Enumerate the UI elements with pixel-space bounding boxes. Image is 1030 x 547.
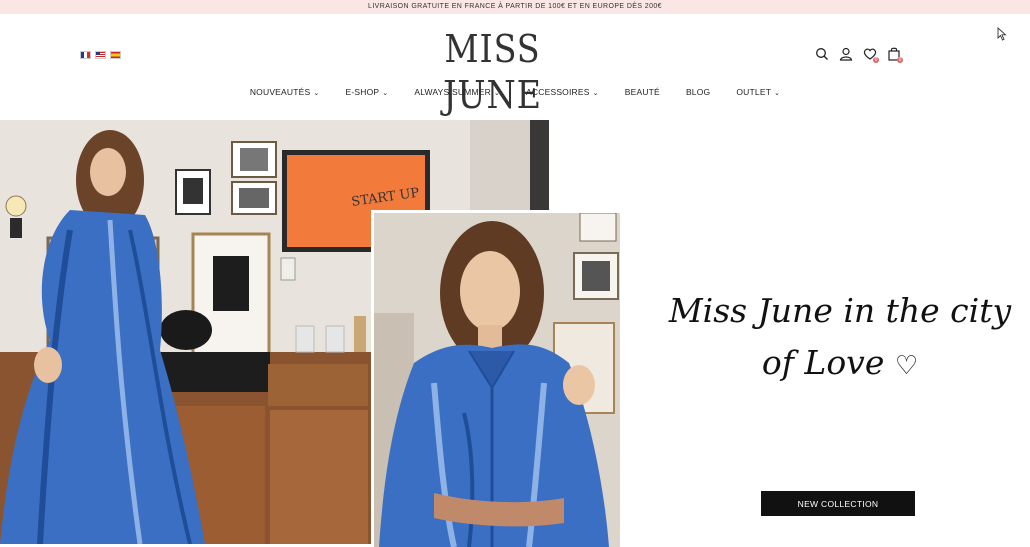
nav-item-nouveautes[interactable]: NOUVEAUTÉS ⌄ [237,87,333,97]
site-header: MISS JUNE 0 0 NOUVEAUTÉS ⌄ E-SHOP ⌄ ALWAYS… [0,14,1030,120]
french-flag-icon[interactable] [80,51,91,59]
user-icon[interactable] [839,46,853,62]
heart-icon[interactable]: 0 [863,46,879,63]
nav-item-e-shop[interactable]: E-SHOP ⌄ [332,87,401,97]
heart-outline-icon: ♡ [894,351,919,381]
chevron-down-icon: ⌄ [592,90,599,97]
mouse-cursor-icon [997,27,1007,41]
nav-item-blog[interactable]: BLOG [673,87,723,97]
chevron-down-icon: ⌄ [313,90,320,97]
spanish-flag-icon[interactable] [110,51,121,59]
language-switcher [80,51,121,59]
chevron-down-icon: ⌄ [774,90,781,97]
hero-tagline: Miss June in the city of Love ♡ [660,285,1020,392]
promo-text: LIVRAISON GRATUITE EN FRANCE À PARTIR DE… [368,3,662,10]
tagline-line-2: of Love ♡ [761,343,919,382]
cart-count-badge: 0 [897,57,903,63]
nav-item-accessoires[interactable]: ACCESSOIRES ⌄ [513,87,612,97]
nav-item-outlet[interactable]: OUTLET ⌄ [723,87,793,97]
header-actions: 0 0 [815,46,903,63]
shopping-bag-icon[interactable]: 0 [887,46,903,63]
chevron-down-icon: ⌄ [382,90,389,97]
promo-banner: LIVRAISON GRATUITE EN FRANCE À PARTIR DE… [0,0,1030,14]
new-collection-button[interactable]: NEW COLLECTION [761,491,915,516]
tagline-line-1: Miss June in the city [668,291,1012,330]
nav-item-always-summer[interactable]: ALWAYS SUMMER ⌄ [401,87,513,97]
site-logo[interactable]: MISS JUNE [424,26,560,117]
main-navigation: NOUVEAUTÉS ⌄ E-SHOP ⌄ ALWAYS SUMMER ⌄ ACCES… [0,87,1030,97]
us-flag-icon[interactable] [95,51,106,59]
nav-item-beaute[interactable]: BEAUTÉ [612,87,673,97]
chevron-down-icon: ⌄ [493,90,501,97]
wishlist-count-badge: 0 [873,57,879,63]
search-icon[interactable] [815,46,829,62]
hero-image-portrait[interactable] [371,210,623,547]
